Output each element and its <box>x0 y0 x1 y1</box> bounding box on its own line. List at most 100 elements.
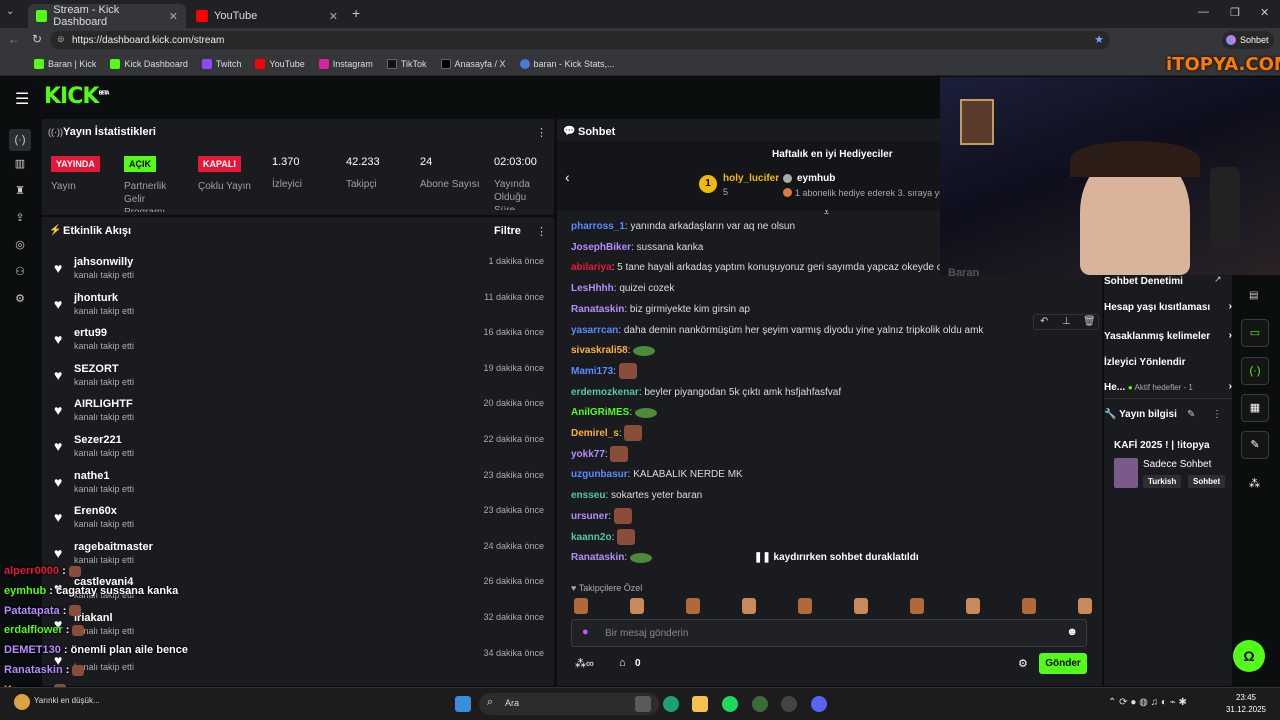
clock-time[interactable]: 23:45 <box>1226 693 1266 702</box>
emote-quick-icon[interactable] <box>798 598 812 614</box>
more-options-icon[interactable]: ⋮ <box>536 126 547 139</box>
bookmark-twitch[interactable]: Twitch <box>201 58 241 69</box>
chat-input[interactable]: ● Bir mesaj gönderin ☻ <box>571 619 1087 647</box>
activity-username[interactable]: jhonturk <box>74 292 118 304</box>
activity-username[interactable]: AIRLIGHTF <box>74 398 133 410</box>
goals-row[interactable]: He... ● Aktif hedefler - 1 › <box>1104 381 1232 393</box>
gifter-name[interactable]: eymhub <box>797 173 835 184</box>
weather-text[interactable]: Yarınki en düşük... <box>34 696 100 705</box>
tab-youtube[interactable]: YouTube ✕ <box>188 4 346 28</box>
channel-points-icon[interactable]: ⁂∞ <box>575 657 594 670</box>
more-tools-icon[interactable]: ⁂ <box>1249 477 1260 490</box>
chat-username[interactable]: ursuner <box>571 511 608 522</box>
bookmark-kick-dashboard[interactable]: Kick Dashboard <box>110 58 188 69</box>
activity-username[interactable]: Eren60x <box>74 505 117 517</box>
chat-rail-icon[interactable]: ▭ <box>1241 319 1269 347</box>
reply-icon[interactable]: ↶ <box>1040 316 1048 327</box>
camera-icon[interactable]: ◎ <box>12 238 28 254</box>
chat-username[interactable]: kaann2o <box>571 532 612 543</box>
emote-quick-icon[interactable] <box>1078 598 1092 614</box>
back-icon[interactable]: ← <box>8 32 20 46</box>
site-info-icon[interactable]: ⊜ <box>57 34 65 45</box>
edge-icon[interactable] <box>663 696 679 712</box>
activity-item[interactable]: ♥ AIRLIGHTF kanalı takip etti 20 dakika önc… <box>54 398 554 434</box>
emote-quick-icon[interactable] <box>854 598 868 614</box>
activity-username[interactable]: ragebaitmaster <box>74 541 153 553</box>
more-options-icon[interactable]: ⋮ <box>1212 409 1222 420</box>
windows-start-icon[interactable] <box>455 696 471 712</box>
trophy-icon[interactable]: ♜ <box>12 184 28 200</box>
tab-kick-dashboard[interactable]: Stream - Kick Dashboard ✕ <box>28 4 186 28</box>
mod-item-redirect[interactable]: İzleyici Yönlendir <box>1104 357 1224 368</box>
tag-sohbet[interactable]: Sohbet <box>1188 475 1226 488</box>
activity-item[interactable]: ♥ ertu99 kanalı takip etti 16 dakika önce <box>54 327 554 363</box>
emote-quick-icon[interactable] <box>910 598 924 614</box>
emote-quick-icon[interactable] <box>574 598 588 614</box>
mod-item-account-age[interactable]: Hesap yaşı kısıtlaması › <box>1104 301 1232 313</box>
new-tab-icon[interactable]: + <box>352 5 360 21</box>
chat-username[interactable]: yokk77 <box>571 449 605 460</box>
close-window-icon[interactable]: ✕ <box>1260 6 1269 19</box>
tray-icons[interactable]: ⌃ ⟳ ● ◍ ♫ ◐ ⌁ ✱ <box>1108 697 1187 708</box>
mod-item-banned-words[interactable]: Yasaklanmış kelimeler › <box>1104 330 1232 342</box>
collapse-chevron-icon[interactable]: ⩡ <box>824 207 829 218</box>
activity-item[interactable]: ♥ jhonturk kanalı takip etti 11 dakika önce <box>54 292 554 328</box>
clock-date[interactable]: 31.12.2025 <box>1220 705 1272 714</box>
activity-username[interactable]: SEZORT <box>74 363 119 375</box>
chat-username[interactable]: abilariya <box>571 262 612 273</box>
stream-broadcast-icon[interactable]: (·) <box>9 129 31 151</box>
bookmark-instagram[interactable]: Instagram <box>318 58 373 69</box>
settings-gear-icon[interactable]: ⚙ <box>12 292 28 308</box>
filter-button[interactable]: Filtre <box>494 225 521 237</box>
users-icon[interactable]: ⚇ <box>12 265 28 281</box>
chat-username[interactable]: erdemozkenar <box>571 387 639 398</box>
tab-list-icon[interactable]: ⌄ <box>6 6 22 22</box>
chat-username[interactable]: LesHhhh <box>571 283 614 294</box>
bookmark-tiktok[interactable]: TikTok <box>386 58 427 69</box>
page-icon[interactable]: ▤ <box>1249 290 1258 301</box>
close-tab-icon[interactable]: ✕ <box>169 10 178 23</box>
delete-icon[interactable]: 🗑 <box>1083 316 1096 327</box>
activity-item[interactable]: ♥ Sezer221 kanalı takip etti 22 dakika önce <box>54 434 554 470</box>
kick-logo[interactable]: KICKBETA <box>44 84 110 109</box>
chat-username[interactable]: Ranataskin <box>571 304 624 315</box>
steam-icon[interactable] <box>781 696 797 712</box>
chat-username[interactable]: Mami173 <box>571 366 613 377</box>
chat-username[interactable]: Ranataskin <box>571 552 624 563</box>
chat-username[interactable]: JosephBiker <box>571 242 631 253</box>
discord-icon[interactable] <box>811 696 827 712</box>
activity-item[interactable]: ♥ Eren60x kanalı takip etti 23 dakika önce <box>54 505 554 541</box>
chat-username[interactable]: AnilGRiMES <box>571 407 629 418</box>
reload-icon[interactable]: ↻ <box>32 32 42 46</box>
chevron-left-icon[interactable]: ‹ <box>565 169 570 185</box>
chat-username[interactable]: pharross_1 <box>571 221 625 232</box>
more-options-icon[interactable]: ⋮ <box>536 225 547 238</box>
emote-quick-icon[interactable] <box>630 598 644 614</box>
edit-icon[interactable]: ✎ <box>1187 409 1195 420</box>
emote-quick-icon[interactable] <box>686 598 700 614</box>
menu-icon[interactable]: ☰ <box>15 89 29 109</box>
bookmark-youtube[interactable]: YouTube <box>255 58 305 69</box>
activity-item[interactable]: ♥ ragebaitmaster kanalı takip etti 24 dakik… <box>54 541 554 577</box>
help-button-icon[interactable]: Ω <box>1233 640 1265 672</box>
gifter-name[interactable]: holy_lucifer <box>723 173 779 184</box>
chat-username[interactable]: ensseu <box>571 490 605 501</box>
emote-quick-icon[interactable] <box>1022 598 1036 614</box>
emoji-icon[interactable]: ☻ <box>1066 626 1078 638</box>
activity-username[interactable]: jahsonwilly <box>74 256 133 268</box>
broadcast-rail-icon[interactable]: (·) <box>1241 357 1269 385</box>
activity-item[interactable]: ♥ iriakanl kanalı takip etti 32 dakika önce <box>54 612 554 648</box>
bookmark-kick-stats[interactable]: baran - Kick Stats,... <box>519 58 615 69</box>
chat-settings-icon[interactable]: ⚙ <box>1018 657 1028 670</box>
chat-username[interactable]: yasarrcan <box>571 325 618 336</box>
address-bar[interactable]: ⊜ https://dashboard.kick.com/stream ★ <box>50 31 1110 49</box>
analytics-icon[interactable]: ▥ <box>12 157 28 173</box>
app-icon[interactable] <box>752 696 768 712</box>
spotify-icon[interactable] <box>722 696 738 712</box>
chat-username[interactable]: Demirel_s <box>571 428 619 439</box>
pin-icon[interactable]: ⊥ <box>1062 316 1071 327</box>
microphone-icon[interactable]: ● <box>582 626 589 638</box>
emote-quick-icon[interactable] <box>966 598 980 614</box>
bookmark-baran-kick[interactable]: Baran | Kick <box>34 58 96 69</box>
activity-username[interactable]: ertu99 <box>74 327 107 339</box>
